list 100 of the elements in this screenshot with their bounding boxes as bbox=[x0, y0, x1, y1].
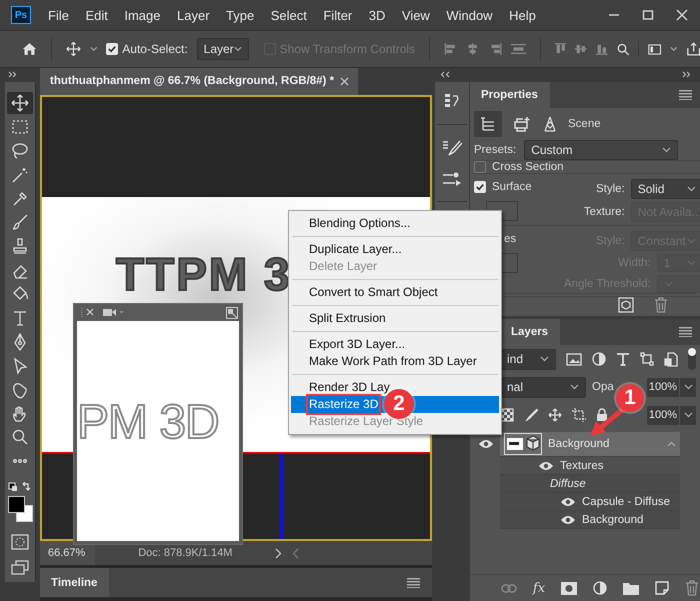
expand-icon[interactable] bbox=[8, 71, 18, 78]
layer-row[interactable]: Background bbox=[500, 511, 680, 529]
eye-icon[interactable] bbox=[478, 439, 494, 449]
move-icon[interactable] bbox=[66, 40, 81, 58]
move-tool[interactable] bbox=[6, 92, 32, 114]
menu-icon[interactable] bbox=[679, 327, 692, 337]
zoom-level[interactable]: 66.67% bbox=[40, 541, 96, 565]
trash-icon[interactable] bbox=[654, 297, 668, 313]
layer-row[interactable]: Capsule - Diffuse bbox=[500, 493, 680, 511]
menu-icon[interactable] bbox=[679, 90, 692, 100]
target-dropdown[interactable]: Layer bbox=[196, 38, 249, 60]
layer-effects-button[interactable]: fx bbox=[532, 580, 546, 596]
menu-item[interactable]: File bbox=[48, 8, 69, 22]
artboard-lock-icon[interactable] bbox=[572, 408, 586, 422]
brush-lock-icon[interactable] bbox=[524, 408, 538, 422]
align-left-icon[interactable] bbox=[444, 42, 458, 56]
printer-plus-icon[interactable] bbox=[512, 116, 532, 132]
context-menu-item[interactable]: Blending Options... bbox=[291, 215, 499, 232]
menu-item[interactable]: 3D bbox=[368, 8, 386, 22]
eye-icon[interactable] bbox=[560, 496, 576, 506]
context-menu-item[interactable]: Convert to Smart Object bbox=[291, 284, 499, 301]
opacity-caret-icon[interactable] bbox=[679, 378, 696, 396]
brush-icon bbox=[10, 213, 28, 232]
chevron-right-icon[interactable] bbox=[275, 548, 282, 558]
screen-mode-icon[interactable] bbox=[10, 560, 28, 576]
properties-tab[interactable]: Properties bbox=[470, 82, 550, 108]
menu-item[interactable]: Edit bbox=[85, 8, 108, 22]
adjustment-filter-icon[interactable] bbox=[592, 352, 606, 366]
presets-dropdown[interactable]: Custom bbox=[524, 140, 678, 160]
menu-item[interactable]: Select bbox=[270, 8, 307, 22]
menu-item[interactable]: View bbox=[402, 8, 430, 22]
lasso-icon bbox=[10, 142, 28, 160]
caret-icon bbox=[686, 260, 696, 266]
layer-thumbnail bbox=[504, 433, 542, 455]
maximize-icon[interactable] bbox=[642, 9, 654, 21]
type-filter-icon[interactable] bbox=[616, 352, 630, 366]
menu-item[interactable]: Layer bbox=[177, 8, 210, 22]
history-icon[interactable] bbox=[443, 92, 461, 110]
scene-icon[interactable] bbox=[542, 116, 558, 132]
render-icon[interactable] bbox=[618, 297, 634, 313]
close-icon[interactable] bbox=[81, 308, 95, 317]
menu-item[interactable]: Window bbox=[446, 8, 493, 22]
collapse-icon[interactable] bbox=[682, 71, 692, 78]
padlock-icon[interactable] bbox=[596, 408, 608, 422]
search-icon[interactable] bbox=[616, 42, 630, 56]
resize-icon[interactable] bbox=[226, 306, 238, 318]
menu-item[interactable]: Filter bbox=[323, 8, 352, 22]
context-menu-item[interactable]: Make Work Path from 3D Layer bbox=[291, 353, 499, 370]
layers-tab[interactable]: Layers bbox=[500, 319, 560, 345]
menu-item[interactable]: Type bbox=[226, 8, 254, 22]
distribute-icon[interactable] bbox=[510, 42, 526, 56]
menu-item[interactable]: Image bbox=[124, 8, 160, 22]
context-menu-item[interactable]: Split Extrusion bbox=[291, 310, 499, 327]
document-tab[interactable]: thuthuatphanmem @ 66.7% (Background, RGB/8#) * bbox=[40, 68, 358, 95]
opacity-field[interactable]: 100% bbox=[646, 378, 679, 396]
menu-item[interactable]: Help bbox=[509, 8, 536, 22]
folder-icon[interactable] bbox=[623, 582, 640, 594]
adjustment-layer-icon[interactable] bbox=[593, 581, 608, 595]
trash-icon[interactable] bbox=[685, 580, 700, 596]
timeline-tab[interactable]: Timeline bbox=[40, 568, 110, 597]
menu-icon[interactable] bbox=[407, 578, 420, 588]
close-icon[interactable] bbox=[340, 77, 350, 86]
smart-object-filter-icon[interactable] bbox=[664, 352, 678, 366]
surface-style-dropdown[interactable]: Solid bbox=[630, 179, 700, 199]
eye-icon[interactable] bbox=[560, 514, 576, 524]
fill-caret-icon[interactable] bbox=[679, 406, 696, 424]
filter-toggle[interactable] bbox=[688, 348, 696, 370]
home-icon[interactable] bbox=[22, 41, 37, 57]
share-icon[interactable] bbox=[686, 41, 700, 57]
layer-row[interactable]: Diffuse bbox=[500, 475, 680, 493]
hand-icon bbox=[10, 404, 28, 423]
mask-icon[interactable] bbox=[561, 582, 578, 594]
move-lock-icon[interactable] bbox=[548, 408, 562, 422]
align-right-icon[interactable] bbox=[488, 42, 502, 56]
context-menu-item[interactable]: Export 3D Layer... bbox=[291, 336, 499, 353]
align-center-icon[interactable] bbox=[466, 42, 480, 56]
new-layer-icon[interactable] bbox=[655, 581, 670, 595]
image-filter-icon[interactable] bbox=[566, 352, 582, 366]
document-size: Doc: 878.9K/1.14M bbox=[137, 547, 234, 559]
fill-field[interactable]: 100% bbox=[646, 406, 679, 424]
close-icon[interactable] bbox=[676, 9, 688, 21]
filter-kind-dropdown[interactable]: ind bbox=[500, 348, 556, 370]
adjustments-icon[interactable] bbox=[442, 171, 462, 187]
caret-icon bbox=[570, 384, 579, 390]
eye-icon[interactable] bbox=[538, 460, 554, 470]
context-menu-item[interactable]: Duplicate Layer... bbox=[291, 241, 499, 258]
shape-filter-icon[interactable] bbox=[640, 352, 654, 366]
camera-icon[interactable] bbox=[103, 308, 125, 317]
layer-row[interactable]: Textures bbox=[500, 457, 680, 475]
caret-icon[interactable] bbox=[90, 46, 98, 52]
scene-list-icon[interactable] bbox=[474, 111, 502, 137]
foreground-color-swatch[interactable] bbox=[8, 496, 24, 514]
caret-icon[interactable] bbox=[670, 46, 678, 52]
collapse-icon[interactable] bbox=[440, 71, 450, 78]
blend-mode-dropdown[interactable]: nal bbox=[500, 376, 586, 398]
brush-settings-icon[interactable] bbox=[442, 139, 462, 157]
checkbox[interactable] bbox=[474, 161, 486, 173]
frame-icon[interactable] bbox=[648, 42, 662, 56]
quick-mask-icon[interactable] bbox=[10, 534, 28, 550]
zoom-icon bbox=[10, 428, 28, 446]
